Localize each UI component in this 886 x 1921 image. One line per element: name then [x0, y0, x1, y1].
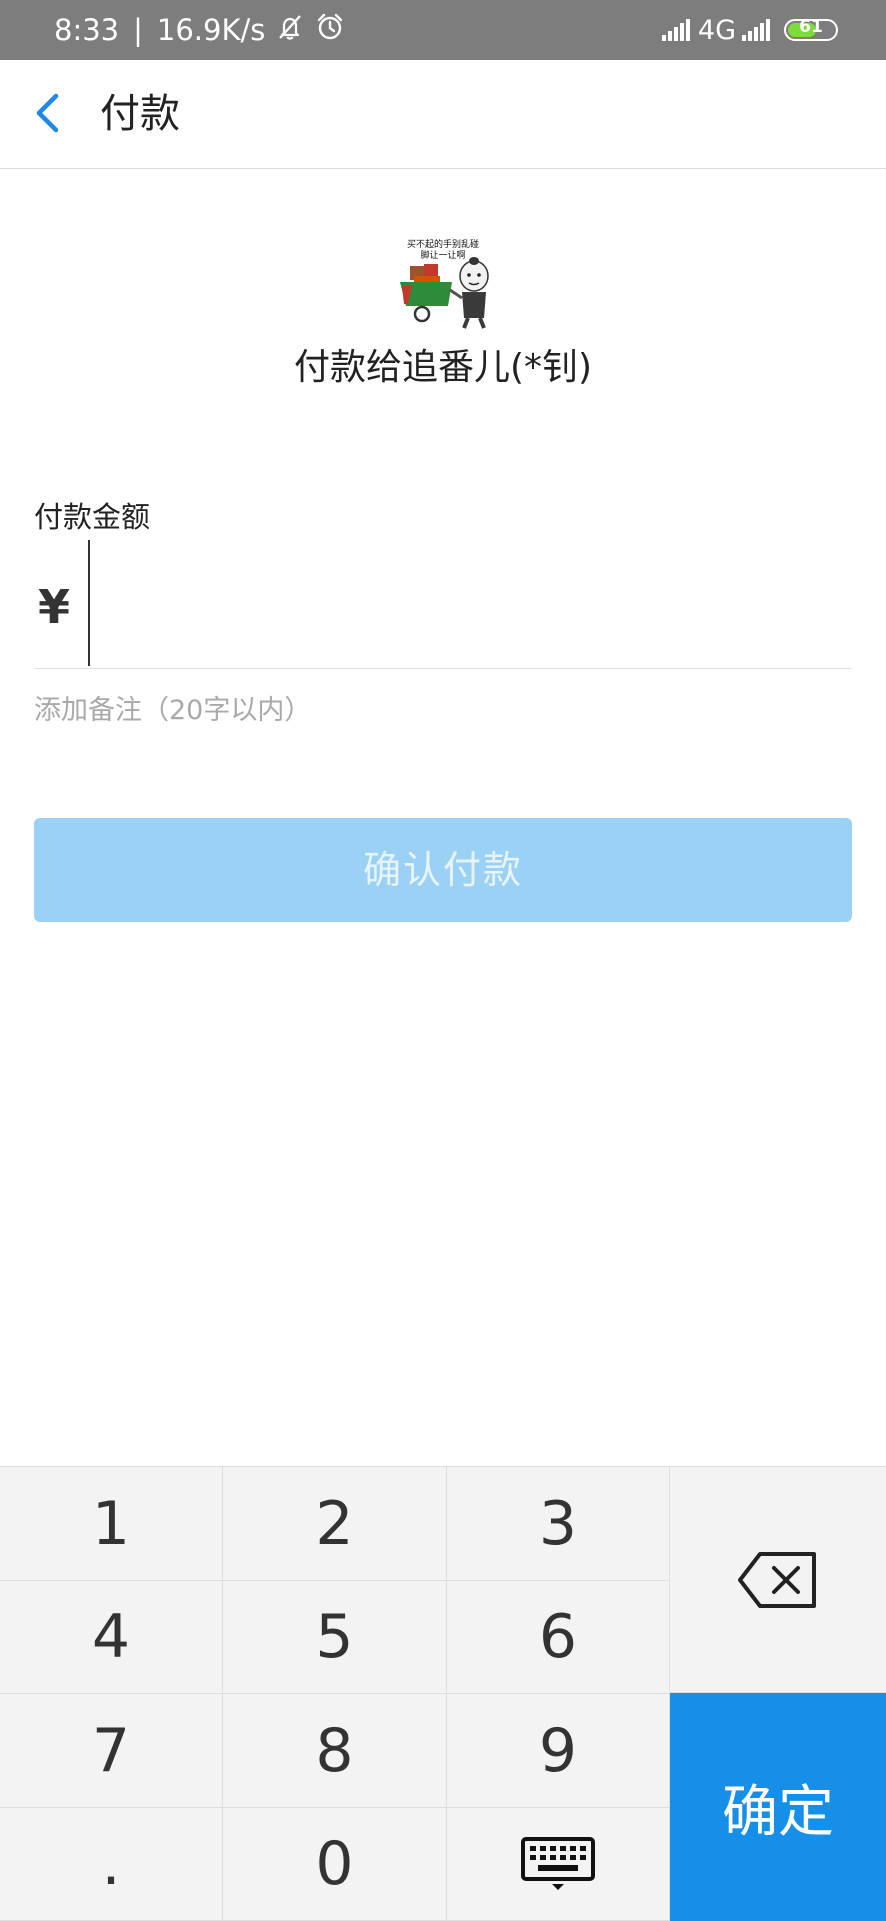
- back-button[interactable]: [26, 88, 76, 138]
- key-6[interactable]: 6: [447, 1581, 670, 1694]
- numeric-keypad: 1 2 3 4 5 6 7 8 9 . 0 确定: [0, 1466, 886, 1921]
- status-bar: 8:33 | 16.9K/s 4G 61: [0, 0, 886, 60]
- signal-strength-icon: [661, 19, 690, 41]
- bell-muted-icon: [275, 12, 305, 49]
- key-8[interactable]: 8: [223, 1694, 447, 1808]
- network-type: 4G: [697, 14, 736, 46]
- key-5[interactable]: 5: [223, 1581, 447, 1694]
- status-separator: |: [133, 13, 143, 47]
- key-dot[interactable]: .: [0, 1808, 223, 1921]
- page-title: 付款: [100, 91, 180, 137]
- alarm-clock-icon: [315, 12, 345, 49]
- add-note-link[interactable]: 添加备注（20字以内）: [34, 688, 311, 727]
- amount-row: ¥: [34, 540, 862, 669]
- key-2[interactable]: 2: [223, 1467, 447, 1581]
- key-7[interactable]: 7: [0, 1694, 223, 1808]
- title-bar: 付款: [0, 60, 886, 169]
- backspace-icon: [738, 1551, 816, 1608]
- confirm-pay-button[interactable]: 确认付款: [34, 818, 852, 922]
- key-1[interactable]: 1: [0, 1467, 223, 1581]
- payee-name: 付款给追番儿(*钊): [293, 347, 593, 388]
- hide-keyboard-button[interactable]: [447, 1808, 670, 1921]
- keypad-ok-button[interactable]: 确定: [670, 1693, 886, 1921]
- key-0[interactable]: 0: [223, 1808, 447, 1921]
- status-right: 4G 61: [661, 0, 838, 60]
- status-left: 8:33 | 16.9K/s: [54, 0, 345, 60]
- amount-input[interactable]: [88, 540, 862, 666]
- key-3[interactable]: 3: [447, 1467, 670, 1581]
- avatar-caption-line2: 脚让一让啊: [420, 250, 465, 261]
- keyboard-icon: [521, 1837, 595, 1890]
- signal-strength-icon-2: [742, 19, 770, 41]
- currency-symbol: ¥: [38, 580, 71, 634]
- key-4[interactable]: 4: [0, 1581, 223, 1694]
- battery-level: 61: [799, 17, 823, 37]
- avatar-caption-line1: 买不起的手别乱碰: [407, 238, 479, 250]
- key-9[interactable]: 9: [447, 1694, 670, 1808]
- status-net-speed: 16.9K/s: [156, 13, 266, 47]
- status-time: 8:33: [54, 13, 120, 47]
- payee-avatar: 买不起的手别乱碰 脚让一让啊: [392, 234, 494, 330]
- amount-label: 付款金额: [34, 500, 151, 534]
- back-arrow-icon: [36, 93, 59, 133]
- backspace-button[interactable]: [670, 1467, 886, 1693]
- battery-icon: 61: [784, 17, 838, 41]
